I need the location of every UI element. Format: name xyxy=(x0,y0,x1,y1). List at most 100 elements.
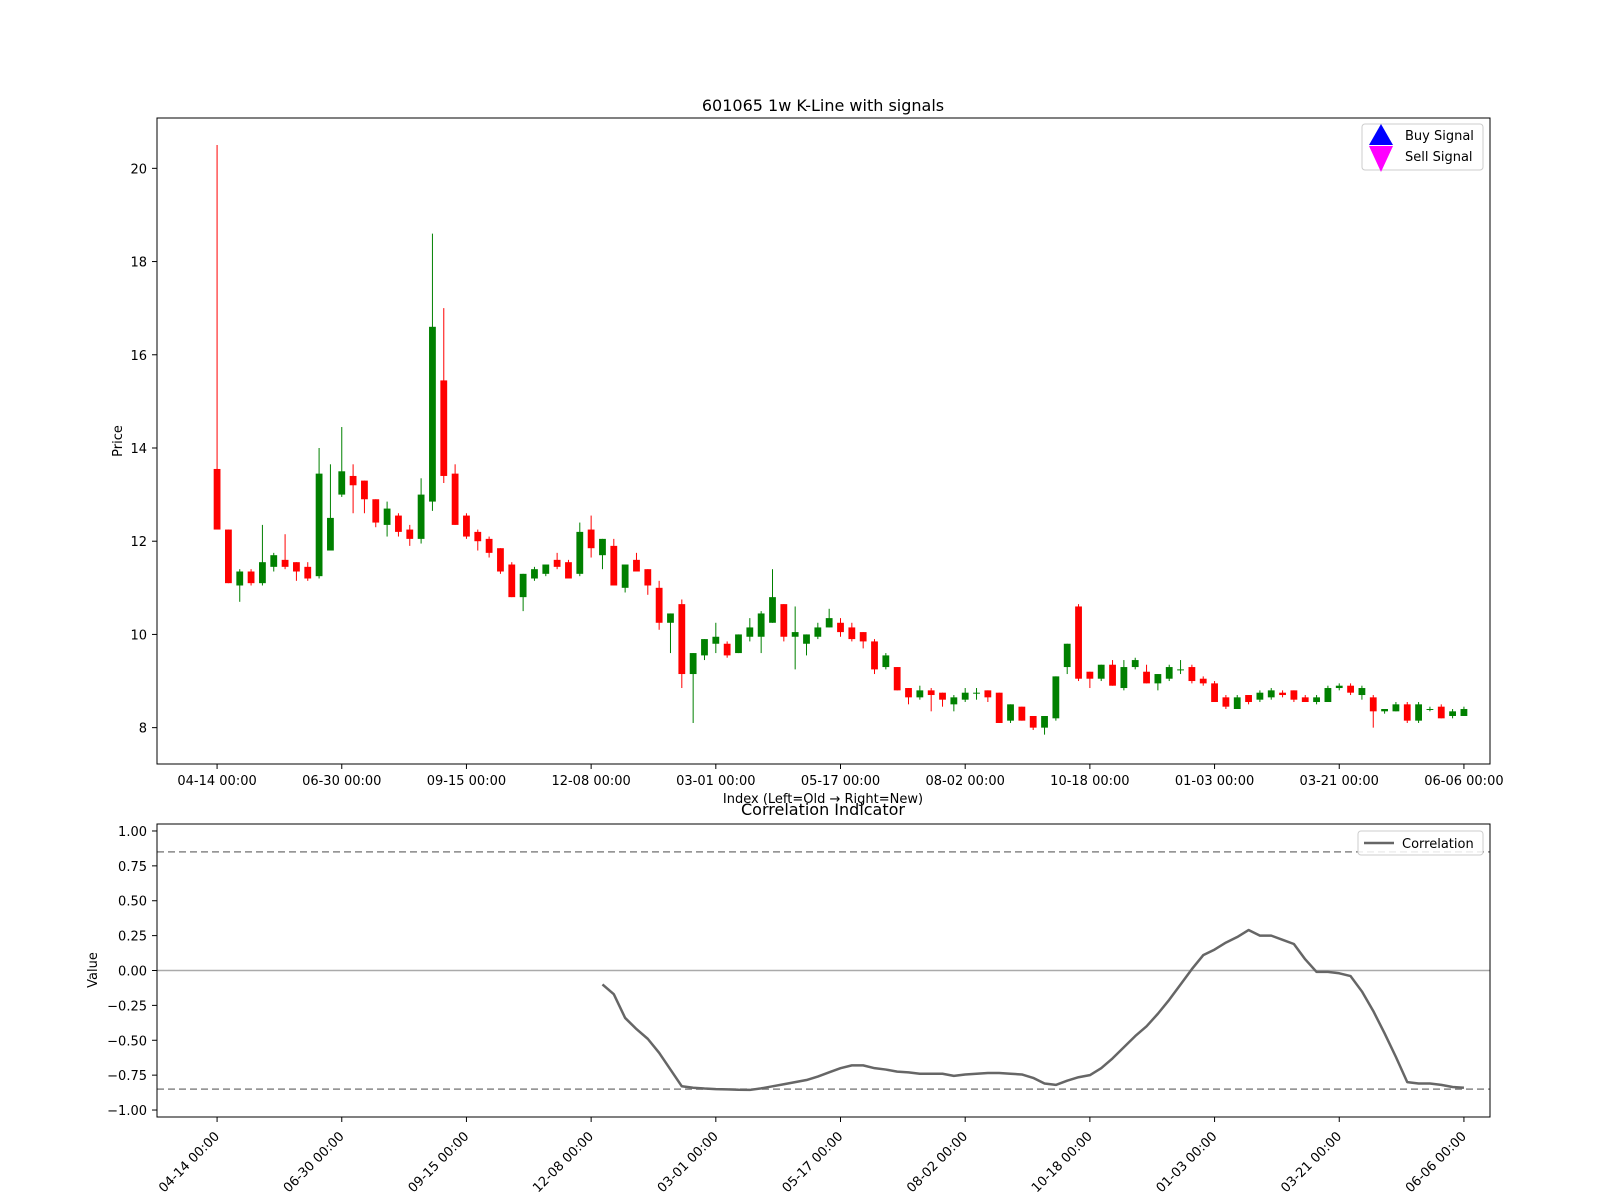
candle xyxy=(1460,706,1468,716)
candles-group xyxy=(213,145,1468,735)
candle xyxy=(531,566,538,581)
candle xyxy=(701,639,708,661)
x-tick-label: 03-01 00:00 xyxy=(655,1129,722,1196)
y-tick-label: 1.00 xyxy=(118,825,147,840)
candle-body xyxy=(916,690,924,698)
candle-body xyxy=(451,473,459,525)
candle xyxy=(984,690,992,703)
candle-body xyxy=(315,473,323,577)
candle-body xyxy=(1449,711,1456,716)
candle xyxy=(1233,695,1241,710)
candle xyxy=(508,562,516,598)
candle-body xyxy=(769,597,776,623)
candle-body xyxy=(293,562,300,572)
candle-body xyxy=(383,508,391,525)
candle-body xyxy=(1131,660,1139,668)
candle xyxy=(837,618,844,637)
price-axis: 8 10 12 14 16 18 20 xyxy=(130,162,157,737)
candle xyxy=(236,569,244,602)
x-tick-label: 08-02 00:00 xyxy=(926,774,1005,789)
candle-body xyxy=(984,690,992,698)
candle xyxy=(1075,604,1082,682)
candle-body xyxy=(882,655,890,668)
candle-body xyxy=(1063,643,1071,668)
candle xyxy=(463,513,470,539)
x-tick-label: 06-30 00:00 xyxy=(281,1129,348,1196)
candle xyxy=(542,564,550,577)
candle xyxy=(882,653,890,670)
legend-sell-label: Sell Signal xyxy=(1405,150,1473,165)
candle-body xyxy=(1154,674,1162,684)
candle xyxy=(565,559,572,579)
candle xyxy=(293,562,300,581)
candle xyxy=(1267,688,1275,700)
x-tick-label: 09-15 00:00 xyxy=(427,774,506,789)
candle xyxy=(678,599,686,689)
candle-body xyxy=(576,531,584,574)
candle-body xyxy=(259,562,266,584)
candle xyxy=(859,632,867,649)
candle-body xyxy=(689,653,697,675)
candle xyxy=(485,536,493,558)
candle-body xyxy=(746,627,754,637)
candle-body xyxy=(655,587,663,623)
candle-body xyxy=(270,555,278,567)
figure: 601065 1w K-Line with signals 8 10 12 14 16 1… xyxy=(86,96,1504,1196)
candle-body xyxy=(236,571,244,586)
candle-body xyxy=(610,545,618,586)
signal-legend: Buy Signal Sell Signal xyxy=(1361,123,1484,172)
x-tick-label: 09-15 00:00 xyxy=(406,1129,473,1196)
candle-body xyxy=(1075,606,1082,679)
candle-body xyxy=(1358,688,1366,696)
candle xyxy=(417,478,425,544)
candle-body xyxy=(791,632,799,637)
correlation-series-line xyxy=(601,928,1465,1092)
candle-body xyxy=(848,627,856,640)
candle xyxy=(712,622,720,654)
candle-body xyxy=(1415,704,1422,721)
candle-body xyxy=(587,529,595,549)
candle-body xyxy=(1086,671,1094,679)
candle xyxy=(1165,664,1173,682)
candle xyxy=(1245,695,1252,705)
candle-body xyxy=(1245,695,1252,703)
candle xyxy=(1369,695,1377,728)
candle xyxy=(644,569,652,595)
candle xyxy=(1018,706,1026,721)
y-tick-label: −0.50 xyxy=(107,1034,147,1049)
candle xyxy=(1109,660,1116,686)
candle-body xyxy=(1403,704,1411,721)
candle-body xyxy=(1267,690,1275,698)
candle xyxy=(281,534,289,570)
candle xyxy=(599,538,606,570)
candle-body xyxy=(565,562,572,579)
candle-body xyxy=(1041,715,1048,728)
candle xyxy=(259,524,266,586)
candle xyxy=(1324,685,1332,703)
candle-body xyxy=(1052,676,1060,719)
correlation-time-axis: 04-14 00:00 06-30 00:00 09-15 00:00 12-08 0… xyxy=(156,1117,1470,1196)
candle xyxy=(327,464,334,551)
candle xyxy=(338,427,346,497)
candle xyxy=(1199,676,1207,686)
candle-body xyxy=(1165,667,1173,679)
candle-body xyxy=(1301,697,1309,703)
candle-body xyxy=(531,569,538,579)
candle xyxy=(451,464,459,525)
y-tick-label: 12 xyxy=(130,535,147,550)
candle-body xyxy=(837,622,844,633)
candle-body xyxy=(485,538,493,553)
candle-body xyxy=(701,639,708,656)
candle xyxy=(1052,676,1060,721)
candle-body xyxy=(757,613,765,637)
candle-body xyxy=(1426,709,1434,711)
candle-body xyxy=(1097,664,1105,679)
candle-body xyxy=(1188,667,1196,682)
candle xyxy=(1177,660,1184,675)
candle-body xyxy=(1335,685,1343,689)
candle xyxy=(1188,664,1196,684)
candle xyxy=(995,692,1003,723)
y-tick-label: 0.75 xyxy=(118,860,147,875)
candle-body xyxy=(417,494,425,539)
candle xyxy=(655,580,663,630)
